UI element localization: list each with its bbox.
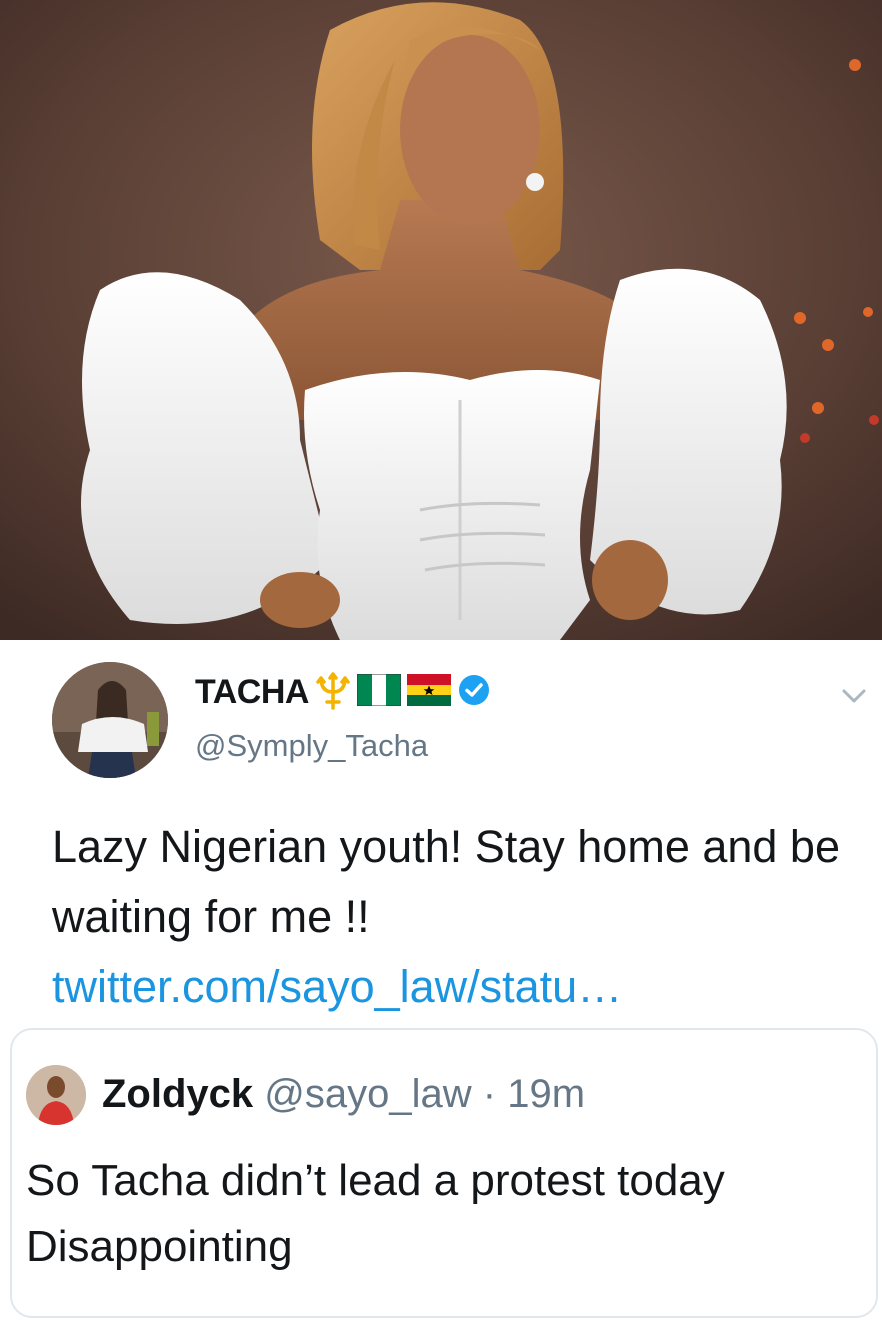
author-display-name[interactable]: TACHA	[195, 673, 309, 712]
quoted-text-line1: So Tacha didn’t lead a protest today	[26, 1156, 725, 1205]
nigeria-flag-icon	[356, 673, 402, 711]
tweet-card[interactable]: TACHA @Symply_Tacha Lazy Nigerian youth!…	[0, 640, 882, 1329]
author-name-row: TACHA	[195, 670, 491, 715]
author-handle[interactable]: @Symply_Tacha	[195, 728, 428, 764]
tweet-link[interactable]: twitter.com/sayo_law/statu…	[52, 961, 622, 1012]
quoted-text-line2: Disappointing	[26, 1222, 293, 1271]
tweet-text: Lazy Nigerian youth! Stay home and be wa…	[52, 821, 840, 942]
tweet-body: Lazy Nigerian youth! Stay home and be wa…	[52, 812, 842, 1022]
author-avatar[interactable]	[52, 662, 168, 778]
quoted-separator: ·	[482, 1072, 497, 1116]
quoted-header: Zoldyck @sayo_law · 19m	[102, 1072, 585, 1117]
hero-photo	[0, 0, 882, 640]
quoted-author-avatar[interactable]	[26, 1065, 86, 1125]
quoted-body: So Tacha didn’t lead a protest today Dis…	[26, 1148, 866, 1280]
verified-badge-icon	[457, 673, 491, 712]
chevron-down-icon[interactable]	[840, 686, 868, 711]
ghana-flag-icon	[406, 674, 451, 711]
quoted-handle[interactable]: @sayo_law	[264, 1072, 471, 1116]
quoted-display-name[interactable]: Zoldyck	[102, 1072, 253, 1116]
quoted-tweet[interactable]: Zoldyck @sayo_law · 19m So Tacha didn’t …	[10, 1028, 878, 1318]
trident-emoji-icon	[315, 670, 351, 715]
quoted-timestamp[interactable]: 19m	[507, 1072, 585, 1116]
